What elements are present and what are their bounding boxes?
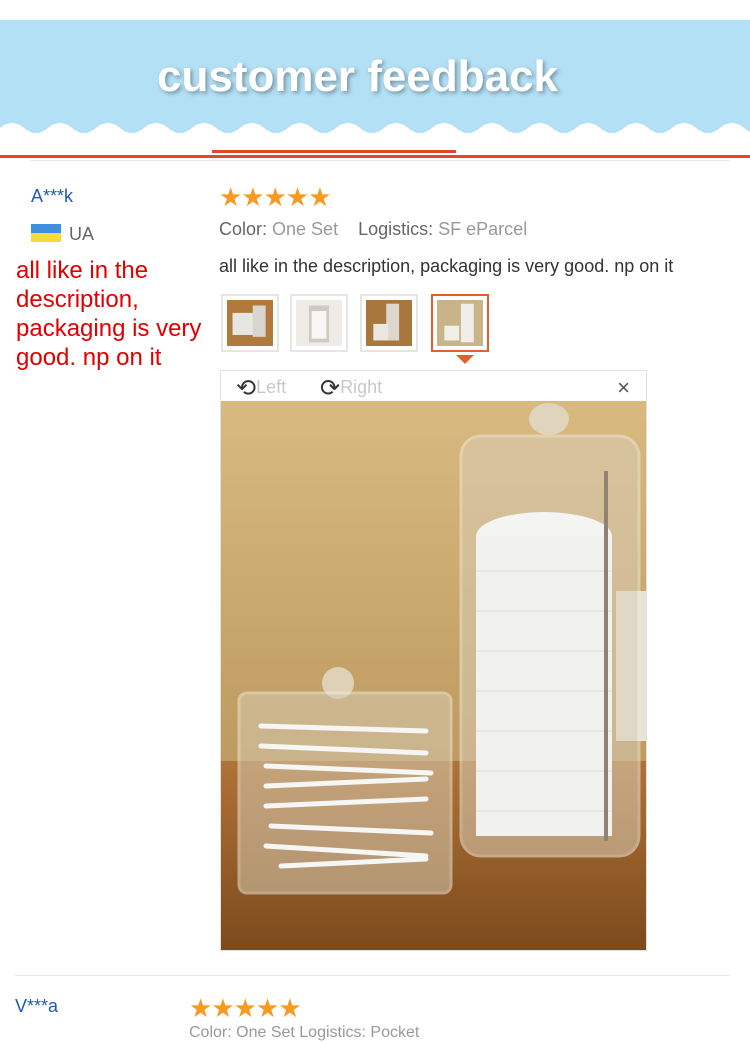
divider <box>30 160 730 161</box>
banner-wave <box>0 123 750 140</box>
reviewer-country: UA <box>69 224 95 244</box>
review-divider <box>15 975 730 976</box>
review-photo-thumb-3[interactable] <box>360 294 418 352</box>
logistics-label: Logistics: <box>358 219 434 239</box>
viewer-toolbar: ⟲Left ⟳Right × <box>221 371 646 403</box>
review-meta: Color: One Set Logistics: Pocket <box>189 1024 420 1041</box>
close-icon[interactable]: × <box>617 375 630 401</box>
rotate-right-button[interactable]: ⟳Right <box>320 374 382 403</box>
ukraine-flag-icon <box>31 224 61 242</box>
banner-title: customer feedback <box>156 52 559 101</box>
reviewer-name[interactable]: A***k <box>31 186 73 207</box>
review-photo-thumb-4[interactable] <box>431 294 489 352</box>
photo-thumb-image <box>296 300 342 346</box>
feedback-banner: customer feedback <box>0 20 750 140</box>
rating-stars: ★★★★★ <box>219 182 332 212</box>
review-photo <box>221 401 646 950</box>
photo-viewer: ⟲Left ⟳Right × <box>220 370 647 951</box>
section-divider <box>0 155 750 158</box>
color-label: Color: <box>219 219 268 239</box>
rotate-left-label: Left <box>256 377 287 397</box>
review-photo-thumb-2[interactable] <box>290 294 348 352</box>
rotate-left-button[interactable]: ⟲Left <box>236 374 286 403</box>
reviewer-name[interactable]: V***a <box>15 996 58 1017</box>
review-photo-thumb-1[interactable] <box>221 294 279 352</box>
rotate-right-label: Right <box>340 377 383 397</box>
section-tab-underline <box>212 150 456 153</box>
photo-thumb-image <box>366 300 412 346</box>
review-meta: Color: One Set Logistics: SF eParcel <box>219 219 527 240</box>
color-value: One Set <box>272 219 339 239</box>
translated-note: all like in the description, packaging i… <box>16 257 202 371</box>
active-thumb-caret <box>456 355 474 364</box>
rating-stars: ★★★★★ <box>189 993 302 1023</box>
rotate-left-icon: ⟲ <box>236 375 257 402</box>
photo-thumb-image <box>227 300 273 346</box>
logistics-value: SF eParcel <box>438 219 528 239</box>
rotate-right-icon: ⟳ <box>320 375 341 402</box>
photo-thumb-image <box>437 300 483 346</box>
review-text: all like in the description, packaging i… <box>219 256 674 276</box>
